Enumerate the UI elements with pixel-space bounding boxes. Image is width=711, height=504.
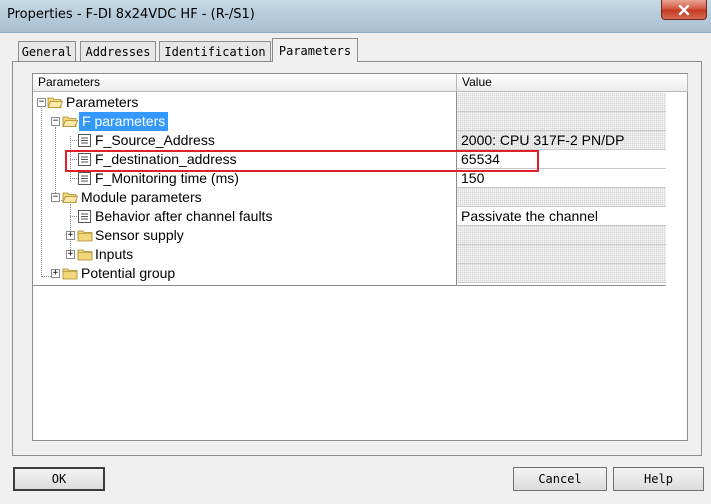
- tree-line: [70, 216, 77, 217]
- column-header-parameters[interactable]: Parameters: [33, 74, 457, 92]
- tree-label: F_destination_address: [95, 151, 237, 167]
- value-cell: [457, 226, 666, 245]
- tree-row-sensor-supply[interactable]: + Sensor supply: [33, 226, 666, 245]
- value-cell-editable[interactable]: 150: [457, 169, 666, 188]
- expand-icon[interactable]: +: [66, 231, 75, 240]
- column-header-value[interactable]: Value: [457, 74, 688, 92]
- help-button[interactable]: Help: [613, 467, 704, 491]
- tab-parameters-label: Parameters: [278, 43, 352, 58]
- window-title: Properties - F-DI 8x24VDC HF - (R-/S1): [7, 7, 255, 22]
- tree-line: [70, 178, 77, 179]
- value-cell: [457, 112, 666, 131]
- grid-bottom-line: [33, 285, 666, 286]
- tab-addresses-label: Addresses: [85, 44, 151, 59]
- tree-line: [70, 159, 77, 160]
- tab-general[interactable]: General: [18, 41, 76, 61]
- folder-open-icon: [62, 192, 78, 203]
- folder-open-icon: [47, 97, 63, 108]
- collapse-icon[interactable]: −: [37, 98, 46, 107]
- parameter-icon: [78, 134, 91, 147]
- tab-identification-label: Identification: [164, 44, 266, 59]
- tree-row-f-source-address[interactable]: F_Source_Address 2000: CPU 317F-2 PN/DP: [33, 131, 666, 150]
- cancel-button-label: Cancel: [538, 472, 582, 486]
- collapse-icon[interactable]: −: [51, 193, 60, 202]
- tree-row-potential-group[interactable]: + Potential group: [33, 264, 666, 283]
- tree-row-module-parameters[interactable]: − Module parameters: [33, 188, 666, 207]
- value-cell: [457, 264, 666, 283]
- tree-row-f-monitoring-time[interactable]: F_Monitoring time (ms) 150: [33, 169, 666, 188]
- value-cell-editable[interactable]: Passivate the channel: [457, 207, 666, 226]
- tree-row-inputs[interactable]: + Inputs: [33, 245, 666, 264]
- expand-icon[interactable]: +: [51, 269, 60, 278]
- help-button-label: Help: [644, 472, 673, 486]
- folder-open-icon: [62, 116, 78, 127]
- tree-label: Sensor supply: [95, 227, 184, 243]
- cancel-button[interactable]: Cancel: [513, 467, 607, 491]
- parameter-icon: [78, 210, 91, 223]
- tree-line: [70, 140, 77, 141]
- tab-parameters[interactable]: Parameters: [272, 38, 358, 62]
- close-icon: [678, 4, 690, 15]
- value-cell: 2000: CPU 317F-2 PN/DP: [457, 131, 666, 150]
- tree-row-parameters[interactable]: − Parameters: [33, 93, 666, 112]
- tree-row-behavior-after-channel-faults[interactable]: Behavior after channel faults Passivate …: [33, 207, 666, 226]
- ok-button-label: OK: [51, 472, 67, 486]
- folder-icon: [77, 230, 93, 242]
- folder-icon: [77, 249, 93, 261]
- tree-label: F_Monitoring time (ms): [95, 170, 239, 186]
- value-cell: [457, 245, 666, 264]
- tree-label: Module parameters: [81, 189, 202, 205]
- tree-label: Parameters: [66, 94, 139, 110]
- title-bar: Properties - F-DI 8x24VDC HF - (R-/S1): [0, 0, 711, 33]
- column-divider: [456, 92, 457, 285]
- tree-row-f-destination-address[interactable]: F_destination_address 65534: [33, 150, 666, 169]
- tab-addresses[interactable]: Addresses: [80, 41, 156, 61]
- value-cell: [457, 93, 666, 112]
- parameter-icon: [78, 172, 91, 185]
- collapse-icon[interactable]: −: [51, 117, 60, 126]
- tree-label: F_Source_Address: [95, 132, 215, 148]
- tab-identification[interactable]: Identification: [159, 41, 271, 61]
- close-button[interactable]: [661, 0, 707, 20]
- ok-button[interactable]: OK: [13, 467, 105, 491]
- tree-label: Behavior after channel faults: [95, 208, 273, 224]
- folder-icon: [62, 268, 78, 280]
- expand-icon[interactable]: +: [66, 250, 75, 259]
- value-cell: [457, 188, 666, 207]
- parameters-grid[interactable]: Parameters Value − Parameters − F parame…: [32, 73, 688, 441]
- tree-row-f-parameters[interactable]: − F parameters: [33, 112, 666, 131]
- parameter-icon: [78, 153, 91, 166]
- tree-label: Inputs: [95, 246, 134, 262]
- value-cell-editable[interactable]: 65534: [457, 150, 666, 169]
- tree-label-selected: F parameters: [79, 112, 169, 131]
- tree-label: Potential group: [81, 265, 176, 281]
- tab-general-label: General: [21, 44, 73, 59]
